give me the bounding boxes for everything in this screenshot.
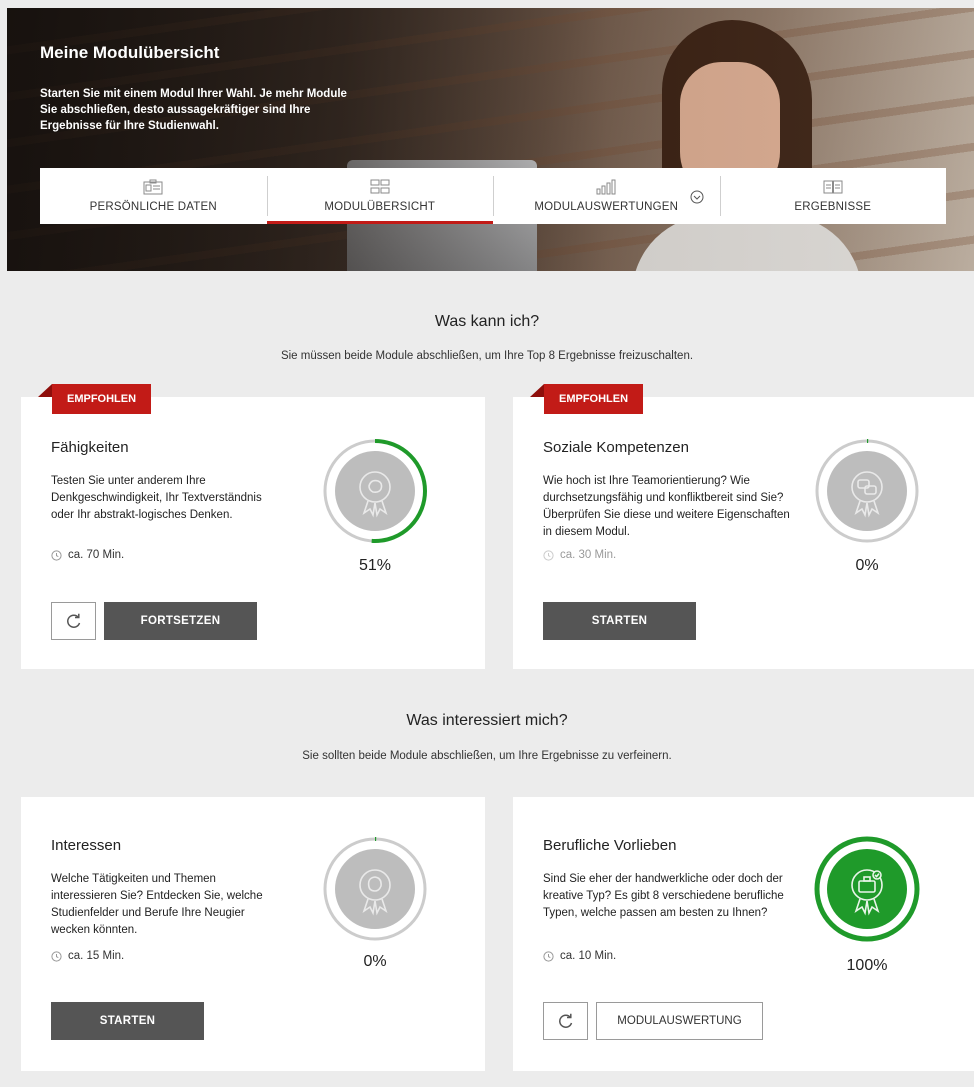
section-title: Was interessiert mich? bbox=[406, 712, 568, 729]
module-duration: ca. 15 Min. bbox=[51, 950, 124, 962]
progress-ring bbox=[814, 836, 920, 942]
module-icon-disc bbox=[335, 451, 415, 531]
reload-icon bbox=[558, 1013, 572, 1028]
clock-icon bbox=[51, 950, 62, 962]
bar-chart-icon bbox=[596, 179, 616, 195]
modules-grid-icon bbox=[370, 179, 390, 194]
start-button[interactable]: STARTEN bbox=[51, 1002, 204, 1040]
tab-persoenliche-daten[interactable]: PERSÖNLICHE DATEN bbox=[40, 168, 267, 224]
module-card-faehigkeiten: EMPFOHLEN Fähigkeiten Testen Sie unter a… bbox=[21, 384, 485, 669]
module-description: Sind Sie eher der handwerkliche oder doc… bbox=[543, 873, 784, 919]
page-intro: Starten Sie mit einem Modul Ihrer Wahl. … bbox=[40, 88, 347, 132]
module-duration: ca. 30 Min. bbox=[543, 549, 616, 561]
module-evaluation-button[interactable]: MODULAUSWERTUNG bbox=[596, 1002, 763, 1040]
clock-icon bbox=[51, 549, 62, 561]
clock-icon bbox=[543, 549, 554, 561]
continue-button[interactable]: FORTSETZEN bbox=[104, 602, 257, 640]
module-duration-text: ca. 15 Min. bbox=[68, 950, 125, 962]
tab-label: ERGEBNISSE bbox=[794, 201, 872, 213]
tab-modulauswertungen[interactable]: MODULAUSWERTUNGEN bbox=[493, 168, 720, 224]
module-description: Testen Sie unter anderem Ihre Denkgeschw… bbox=[51, 475, 262, 521]
module-card-soziale-kompetenzen: EMPFOHLEN Soziale Kompetenzen Wie hoch i… bbox=[513, 384, 974, 669]
restart-button[interactable] bbox=[51, 602, 96, 640]
progress-percent: 100% bbox=[846, 957, 888, 974]
module-title: Fähigkeiten bbox=[51, 439, 129, 456]
module-duration-text: ca. 10 Min. bbox=[560, 950, 617, 962]
chevron-down-icon[interactable] bbox=[690, 190, 704, 204]
tab-ergebnisse[interactable]: ERGEBNISSE bbox=[719, 168, 947, 224]
section-title: Was kann ich? bbox=[434, 313, 540, 330]
module-icon-disc bbox=[827, 849, 907, 929]
module-icon-disc bbox=[335, 849, 415, 929]
module-icon-disc bbox=[827, 451, 907, 531]
progress-percent: 0% bbox=[363, 953, 387, 970]
module-description: Welche Tätigkeiten und Themen interessie… bbox=[51, 873, 263, 936]
section-subtitle: Sie sollten beide Module abschließen, um… bbox=[302, 750, 672, 762]
restart-button[interactable] bbox=[543, 1002, 588, 1040]
reload-icon bbox=[66, 613, 80, 628]
module-duration: ca. 10 Min. bbox=[543, 950, 616, 962]
page-title: Meine Modulübersicht bbox=[40, 43, 220, 62]
progress-ring bbox=[815, 439, 919, 543]
module-card-interessen: Interessen Welche Tätigkeiten und Themen… bbox=[21, 797, 485, 1071]
id-card-icon bbox=[143, 179, 163, 195]
tab-moduluebersicht[interactable]: MODULÜBERSICHT bbox=[266, 168, 494, 224]
module-title: Berufliche Vorlieben bbox=[543, 837, 677, 854]
progress-percent: 51% bbox=[358, 557, 392, 574]
module-title: Interessen bbox=[51, 837, 122, 854]
recommended-badge: EMPFOHLEN bbox=[529, 384, 644, 414]
module-tabs: PERSÖNLICHE DATEN MODULÜBERSICHT MODULAU… bbox=[40, 168, 946, 224]
module-duration-text: ca. 70 Min. bbox=[68, 549, 125, 561]
progress-ring bbox=[323, 439, 427, 543]
start-button[interactable]: STARTEN bbox=[543, 602, 696, 640]
clock-icon bbox=[543, 950, 554, 962]
module-title: Soziale Kompetenzen bbox=[543, 439, 689, 456]
tab-label: PERSÖNLICHE DATEN bbox=[89, 201, 217, 213]
module-description: Wie hoch ist Ihre Teamorientierung? Wie … bbox=[543, 475, 790, 538]
progress-percent: 0% bbox=[855, 557, 879, 574]
open-book-icon bbox=[823, 180, 843, 194]
tab-label: MODULAUSWERTUNGEN bbox=[534, 201, 679, 213]
module-card-berufliche-vorlieben: Berufliche Vorlieben Sind Sie eher der h… bbox=[513, 797, 974, 1071]
section-subtitle: Sie müssen beide Module abschließen, um … bbox=[280, 350, 694, 362]
recommended-badge: EMPFOHLEN bbox=[37, 384, 152, 414]
progress-ring bbox=[323, 837, 427, 941]
tab-label: MODULÜBERSICHT bbox=[324, 201, 436, 213]
module-duration: ca. 70 Min. bbox=[51, 549, 124, 561]
module-duration-text: ca. 30 Min. bbox=[560, 549, 617, 561]
